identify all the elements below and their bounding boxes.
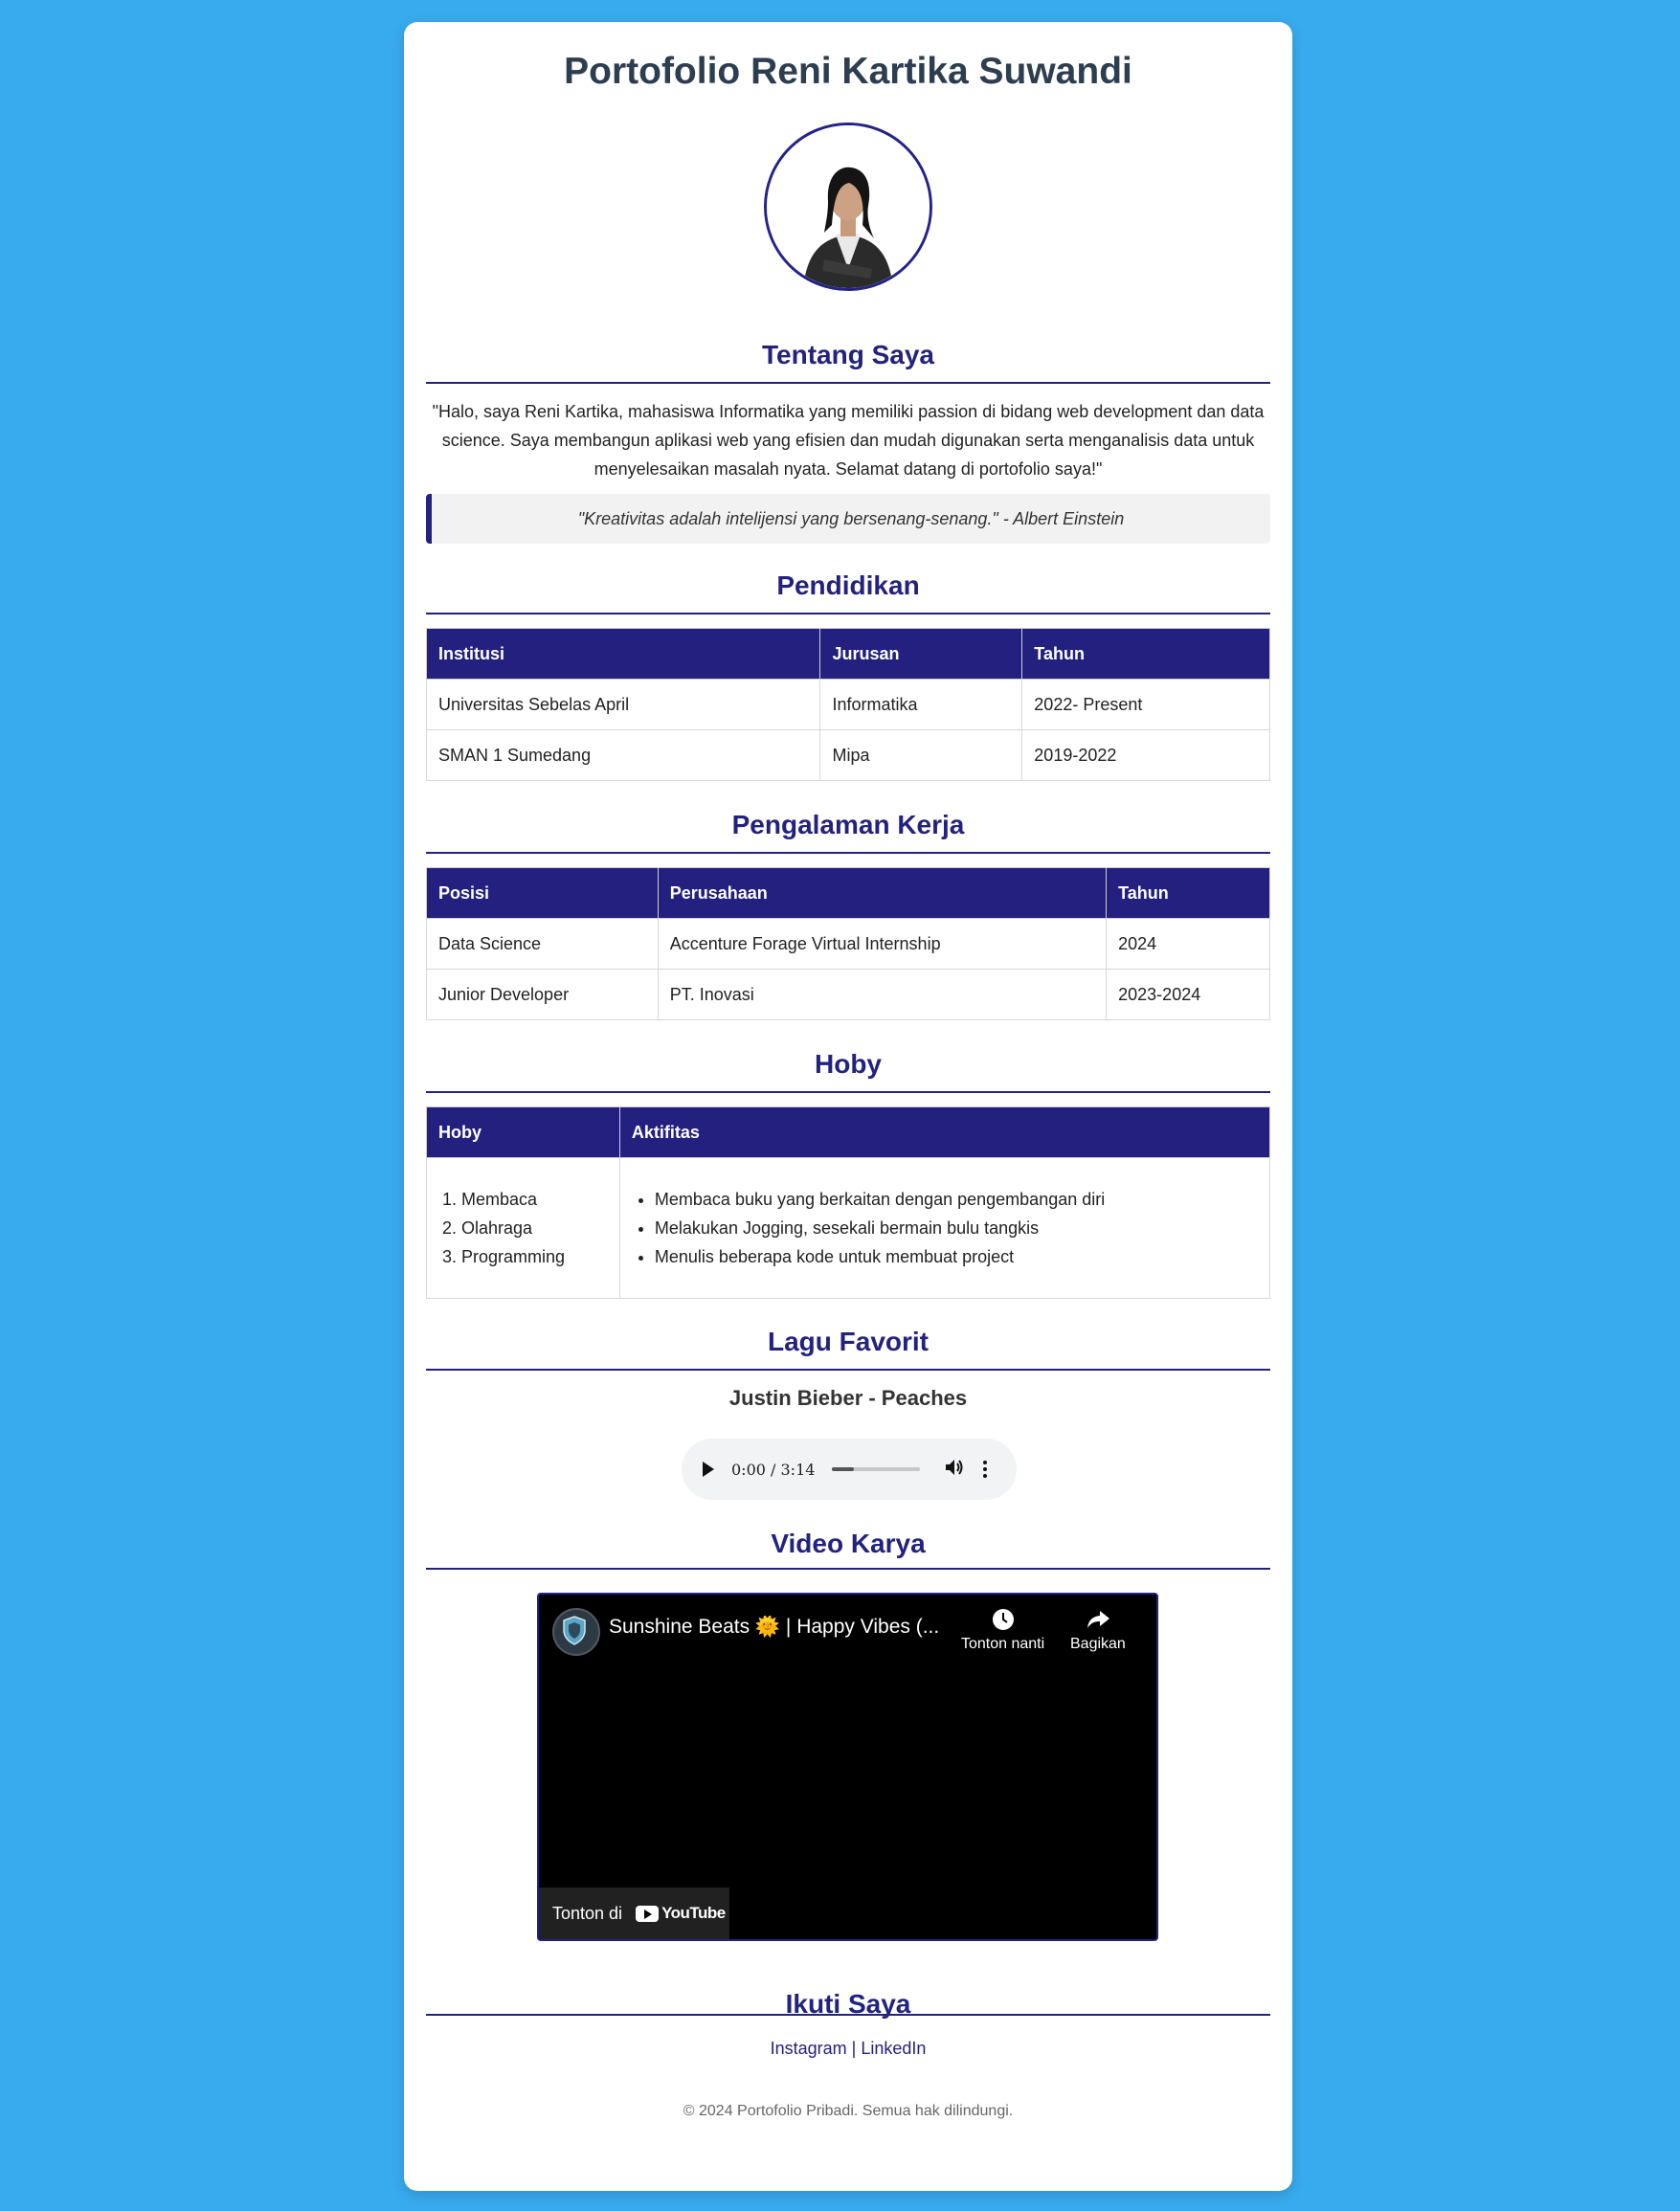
list-item: Membaca [461,1185,608,1214]
table-row: Universitas Sebelas April Informatika 20… [425,679,1270,730]
table-header: Aktifitas [618,1106,1271,1158]
quote-block: "Kreativitas adalah intelijensi yang ber… [426,494,1270,544]
hobby-list: Membaca Olahraga Programming [438,1185,608,1271]
list-item: Olahraga [461,1214,608,1242]
play-icon[interactable] [703,1462,714,1477]
section-title-hobby: Hoby [815,1049,882,1079]
footer-text: © 2024 Portofolio Pribadi. Semua hak dil… [683,2103,1014,2119]
volume-icon[interactable] [945,1459,964,1480]
work-table: Posisi Perusahaan Tahun Data Science Acc… [426,867,1270,1020]
channel-avatar[interactable] [552,1608,600,1656]
divider [426,1369,1270,1371]
watch-on-label: Tonton di [552,1903,623,1923]
table-cell: Membaca Olahraga Programming [426,1157,620,1299]
list-item: Programming [461,1242,608,1271]
table-cell: PT. Inovasi [657,969,1108,1020]
table-header: Tahun [1106,867,1270,919]
instagram-link[interactable]: Instagram [771,2039,847,2058]
list-item: Menulis beberapa kode untuk membuat proj… [655,1242,1258,1271]
table-cell: 2023-2024 [1106,969,1270,1020]
table-cell: Universitas Sebelas April [425,679,821,730]
link-separator: | [851,2039,857,2058]
video-title[interactable]: Sunshine Beats 🌞 | Happy Vibes (... [609,1616,953,1639]
youtube-play-icon [636,1905,660,1922]
audio-time: 0:00 / 3:14 [731,1460,816,1479]
table-header: Jurusan [819,628,1023,680]
table-cell: 2019-2022 [1021,729,1270,781]
section-title-education: Pendidikan [776,570,920,600]
more-options-icon[interactable] [983,1461,988,1478]
table-cell: SMAN 1 Sumedang [425,729,821,781]
section-title-work: Pengalaman Kerja [731,810,965,839]
youtube-wordmark: YouTube [661,1904,726,1922]
table-header-row: Institusi Jurusan Tahun [425,628,1270,680]
linkedin-link[interactable]: LinkedIn [861,2039,926,2058]
watch-later-button[interactable]: Tonton nanti [961,1608,1044,1653]
table-header-row: Posisi Perusahaan Tahun [426,867,1270,919]
table-header: Institusi [425,628,821,680]
profile-photo [764,123,932,291]
table-header: Tahun [1021,628,1270,680]
video-embed[interactable]: Sunshine Beats 🌞 | Happy Vibes (... Tont… [537,1593,1158,1941]
about-text: "Halo, saya Reni Kartika, mahasiswa Info… [432,402,1265,479]
divider [426,613,1270,614]
audio-seek-bar[interactable] [832,1467,921,1471]
watch-on-youtube-button[interactable]: Tonton di YouTube [539,1887,729,1939]
table-header: Perusahaan [657,867,1108,919]
divider [426,2014,1270,2016]
table-row: Membaca Olahraga Programming Membaca buk… [426,1157,1271,1299]
table-header-row: Hoby Aktifitas [426,1106,1271,1158]
activity-list: Membaca buku yang berkaitan dengan penge… [632,1185,1258,1271]
table-cell: 2022- Present [1021,679,1270,730]
table-cell: Informatika [819,679,1023,730]
section-title-video: Video Karya [771,1529,926,1558]
table-header: Posisi [426,867,659,919]
list-item: Membaca buku yang berkaitan dengan penge… [655,1185,1258,1214]
list-item: Melakukan Jogging, sesekali bermain bulu… [655,1214,1258,1242]
table-cell: Junior Developer [426,969,659,1020]
table-row: Data Science Accenture Forage Virtual In… [426,918,1270,970]
audio-player[interactable]: 0:00 / 3:14 [682,1439,1017,1500]
audio-progress [832,1467,855,1471]
song-title: Justin Bieber - Peaches [728,1386,968,1410]
clock-icon [992,1609,1014,1630]
table-cell: Accenture Forage Virtual Internship [657,918,1108,970]
watch-later-label: Tonton nanti [961,1636,1045,1652]
section-title-song: Lagu Favorit [767,1327,929,1356]
section-title-about: Tentang Saya [762,340,934,369]
education-table: Institusi Jurusan Tahun Universitas Sebe… [425,628,1270,781]
divider [426,1091,1270,1093]
share-icon [1086,1611,1109,1628]
table-cell: 2024 [1106,918,1270,970]
table-header: Hoby [426,1106,620,1158]
divider [426,1568,1270,1570]
table-cell: Membaca buku yang berkaitan dengan penge… [618,1157,1271,1299]
divider [426,852,1270,854]
table-row: Junior Developer PT. Inovasi 2023-2024 [426,969,1270,1020]
table-cell: Data Science [426,918,659,970]
share-button[interactable]: Bagikan [1070,1608,1126,1653]
hobby-table: Hoby Aktifitas Membaca Olahraga Programm… [426,1106,1271,1299]
divider [426,382,1270,384]
share-label: Bagikan [1070,1636,1126,1652]
quote-text: "Kreativitas adalah intelijensi yang ber… [577,508,1125,528]
social-links: Instagram | LinkedIn [404,2039,1292,2059]
page-title: Portofolio Reni Kartika Suwandi [564,51,1132,92]
portfolio-card: Portofolio Reni Kartika Suwandi Tentang … [404,22,1292,2191]
table-row: SMAN 1 Sumedang Mipa 2019-2022 [425,729,1270,781]
youtube-logo: YouTube [636,1904,726,1923]
table-cell: Mipa [819,729,1023,781]
